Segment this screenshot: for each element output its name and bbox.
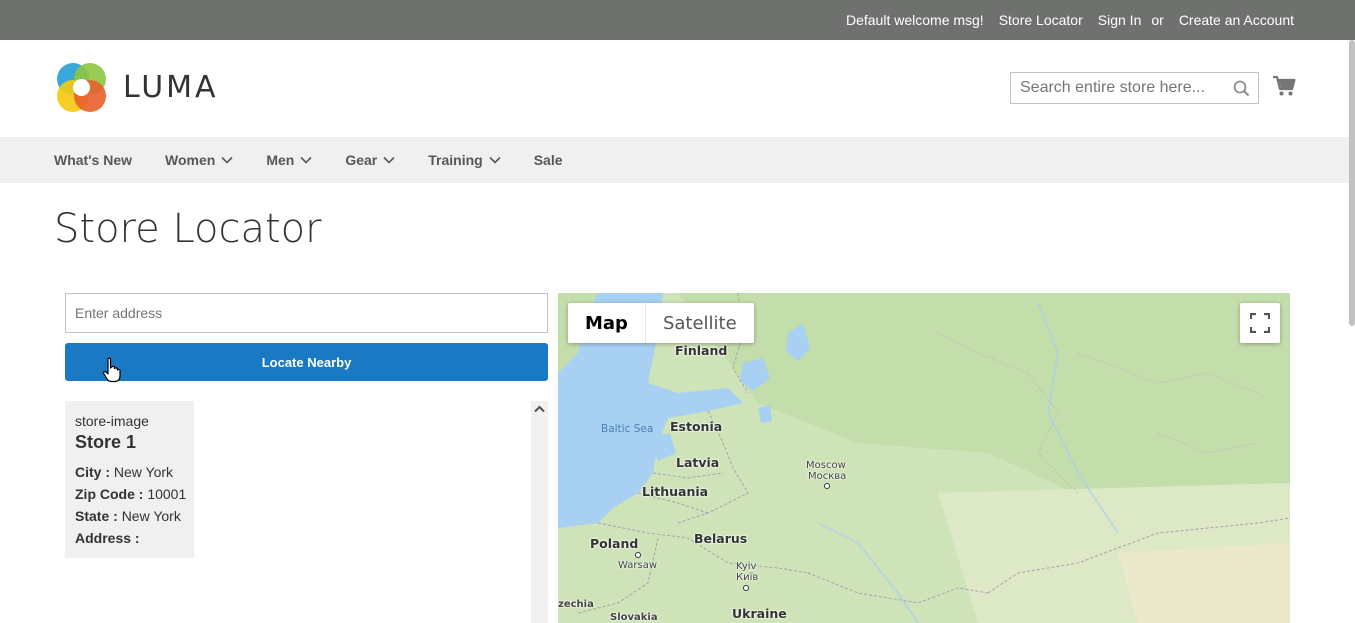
map-label-slovakia: Slovakia [610,612,658,623]
map-label-finland: Finland [675,343,728,358]
store-image: store-image [75,413,149,429]
map-type-satellite-button[interactable]: Satellite [644,303,754,343]
store-city-row: City : New York [75,461,194,483]
store-map[interactable]: Map Satellite Finland Baltic Sea Estonia… [558,293,1290,623]
nav-item-label: Women [165,152,216,168]
luma-logo[interactable]: LUMA [56,62,219,113]
store-list: store-image Store 1 City : New York Zip … [65,401,548,623]
state-value: New York [121,508,181,524]
page-scrollbar[interactable] [1349,40,1355,326]
store-card[interactable]: store-image Store 1 City : New York Zip … [65,401,194,558]
map-label-lithuania: Lithuania [642,484,709,499]
nav-item-whats-new[interactable]: What's New [54,152,132,168]
locate-nearby-button[interactable]: Locate Nearby [65,343,548,381]
nav-item-label: Sale [533,152,563,168]
cart-button[interactable] [1272,75,1296,102]
nav-item-label: Men [266,152,295,168]
address-label: Address : [75,530,140,546]
store-name: Store 1 [75,432,137,452]
map-label-kyiv: Kyiv [736,561,757,572]
scroll-up-arrow-icon[interactable] [534,405,545,413]
store-state-row: State : New York [75,505,194,527]
top-links: Default welcome msg! Store Locator Sign … [846,0,1294,40]
search-box [1010,72,1259,104]
main-navigation: What's New Women Men Gear Training Sale [0,137,1355,183]
nav-item-men[interactable]: Men [266,152,312,168]
page-title: Store Locator [54,206,322,252]
state-label: State : [75,508,118,524]
header: LUMA [0,40,1355,137]
address-field [65,293,548,333]
address-input[interactable] [66,294,547,332]
search-icon[interactable] [1233,80,1250,97]
nav-item-sale[interactable]: Sale [534,152,563,168]
nav-item-label: Gear [345,152,378,168]
zip-value: 10001 [147,486,187,502]
store-locator-link[interactable]: Store Locator [999,12,1083,28]
chevron-down-icon [489,156,501,164]
map-type-control: Map Satellite [568,303,754,343]
luma-logo-icon [57,63,106,112]
map-label-moscow: Moscow [806,460,846,471]
store-zip-row: Zip Code : 10001 [75,483,194,505]
chevron-down-icon [221,156,233,164]
sign-in-link[interactable]: Sign In [1098,12,1142,28]
warsaw-marker [635,552,641,558]
fullscreen-icon [1250,313,1270,333]
map-label-poland: Poland [590,536,639,551]
city-value: New York [113,464,174,480]
map-label-ukraine: Ukraine [732,606,787,621]
welcome-message: Default welcome msg! [845,12,984,28]
chevron-down-icon [383,156,395,164]
nav-item-training[interactable]: Training [428,152,501,168]
nav-item-label: What's New [54,152,133,168]
map-label-czechia: zechia [558,599,594,610]
map-label-latvia: Latvia [676,455,720,470]
map-label-belarus: Belarus [694,531,748,546]
city-label: City : [75,464,110,480]
map-type-map-button[interactable]: Map [568,303,645,343]
store-address-row: Address : [75,527,194,549]
chevron-down-icon [300,156,312,164]
moscow-marker [824,483,830,489]
logo-text: LUMA [123,70,219,105]
nav-item-gear[interactable]: Gear [345,152,395,168]
fullscreen-button[interactable] [1240,303,1280,343]
map-label-baltic-sea: Baltic Sea [601,423,654,435]
map-label-warsaw: Warsaw [618,560,658,571]
cart-icon [1273,75,1296,96]
store-list-scrollbar[interactable] [531,401,548,623]
kyiv-marker [743,585,749,591]
nav-item-women[interactable]: Women [165,152,233,168]
hand-cursor-icon [103,357,121,383]
zip-label: Zip Code : [75,486,144,502]
or-separator: or [1151,12,1164,28]
nav-item-label: Training [428,152,483,168]
map-label-kyiv-local: Київ [736,572,759,583]
map-label-moscow-local: Москва [808,471,847,482]
map-label-estonia: Estonia [670,419,723,434]
top-bar: Default welcome msg! Store Locator Sign … [0,0,1355,40]
search-input[interactable] [1011,73,1221,103]
create-account-link[interactable]: Create an Account [1179,12,1294,28]
